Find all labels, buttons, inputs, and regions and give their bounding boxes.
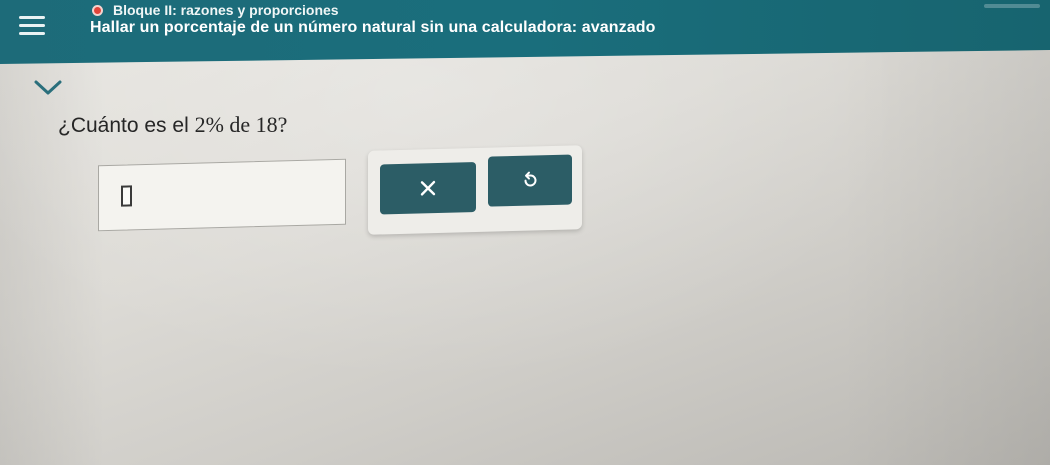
- menu-button[interactable]: [12, 8, 52, 42]
- header-progress-pill: [984, 4, 1040, 8]
- question-prefix: ¿Cuánto es el: [58, 114, 195, 137]
- background-shade: [0, 0, 1050, 465]
- question-text: ¿Cuánto es el 2% de 18?: [58, 112, 287, 138]
- unit-title: Bloque II: razones y proporciones: [113, 2, 339, 18]
- chevron-down-icon: [34, 80, 62, 95]
- top-header: Bloque II: razones y proporciones Hallar…: [0, 0, 1050, 64]
- unit-row: Bloque II: razones y proporciones: [92, 2, 339, 18]
- answer-input[interactable]: [98, 158, 346, 232]
- undo-arrow-icon: [524, 171, 537, 187]
- question-expression: 2% de 18?: [194, 112, 288, 137]
- action-panel: [368, 145, 582, 235]
- x-icon: [420, 180, 436, 196]
- menu-icon-bar: [19, 31, 45, 35]
- menu-icon-bar: [19, 23, 45, 27]
- expand-chevron-button[interactable]: [32, 78, 64, 98]
- status-dot-icon: [92, 4, 103, 16]
- undo-button[interactable]: [488, 154, 572, 207]
- input-cursor-placeholder: [121, 185, 132, 207]
- exercise-title: Hallar un porcentaje de un número natura…: [90, 19, 656, 36]
- menu-icon-bar: [19, 15, 45, 19]
- clear-button[interactable]: [380, 161, 476, 215]
